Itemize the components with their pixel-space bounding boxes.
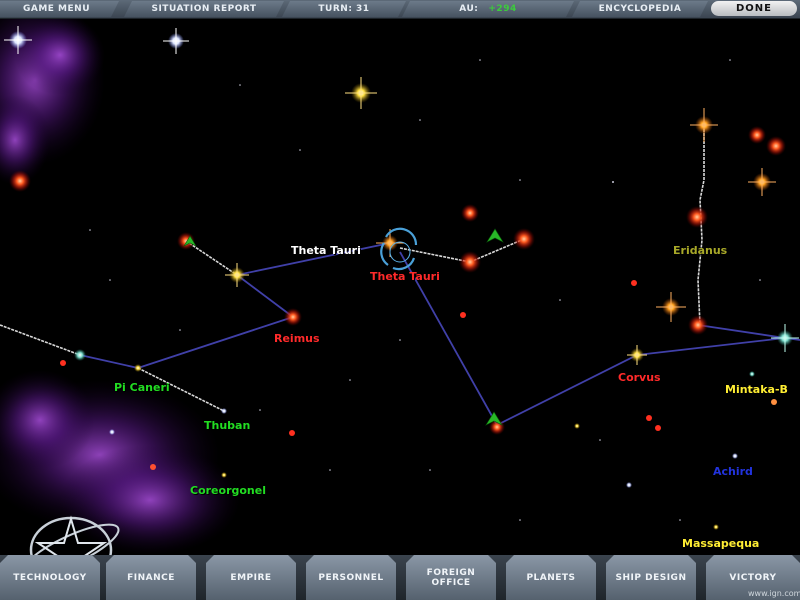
finance-button[interactable]: FINANCE [106,555,196,600]
system-label-mintaka-b[interactable]: Mintaka-B [725,383,788,396]
top-bar: GAME MENU SITUATION REPORT TURN: 31 AU: +… [0,0,800,19]
system-label-achird[interactable]: Achird [713,465,753,478]
planets-button[interactable]: PLANETS [506,555,596,600]
bottom-bar: TECHNOLOGY FINANCE EMPIRE PERSONNEL FORE… [0,555,800,600]
game-menu-button[interactable]: GAME MENU [0,1,119,17]
system-label-thuban[interactable]: Thuban [204,419,250,432]
planets-label: PLANETS [526,572,576,583]
ship-routes [0,125,705,412]
foreign-office-button[interactable]: FOREIGN OFFICE [406,555,496,600]
technology-button[interactable]: TECHNOLOGY [0,555,100,600]
technology-label: TECHNOLOGY [13,572,87,583]
fleet-icon[interactable] [486,228,504,243]
ship-design-label: SHIP DESIGN [615,572,687,583]
system-label-pi-caneri[interactable]: Pi Caneri [114,381,170,394]
personnel-label: PERSONNEL [318,572,384,583]
done-button[interactable]: DONE [711,1,797,16]
situation-report-button[interactable]: SITUATION REPORT [124,1,284,17]
system-label-theta-tauri-owned[interactable]: Theta Tauri [291,244,361,257]
galaxy-map-canvas[interactable] [0,0,800,555]
foreign-office-label: FOREIGN OFFICE [427,568,476,588]
foreign-office-line-1: FOREIGN [426,567,476,578]
au-display: AU: +294 [402,1,574,17]
victory-label: VICTORY [729,572,777,583]
empire-label: EMPIRE [230,572,272,583]
system-label-reimus[interactable]: Reimus [274,332,320,345]
system-label-theta-tauri[interactable]: Theta Tauri [370,270,440,283]
star-lanes [79,242,800,426]
encyclopedia-button[interactable]: ENCYCLOPEDIA [572,1,708,17]
ship-design-button[interactable]: SHIP DESIGN [606,555,696,600]
turn-counter: TURN: 31 [282,1,406,17]
system-label-eridanus[interactable]: Eridanus [673,244,727,257]
system-label-massapequa[interactable]: Massapequa [682,537,759,550]
empire-button[interactable]: EMPIRE [206,555,296,600]
finance-label: FINANCE [127,572,175,583]
personnel-button[interactable]: PERSONNEL [306,555,396,600]
galaxy-map[interactable]: Theta Tauri Theta Tauri Eridanus Reimus … [0,0,800,555]
au-label: AU: [459,4,479,14]
system-label-corvus[interactable]: Corvus [618,371,661,384]
yellow-stars [134,77,719,530]
foreign-office-line-2: OFFICE [431,577,471,588]
system-label-coreorgonel[interactable]: Coreorgonel [190,484,266,497]
watermark-credit: www.ign.com [748,589,800,598]
au-value: +294 [488,4,517,14]
